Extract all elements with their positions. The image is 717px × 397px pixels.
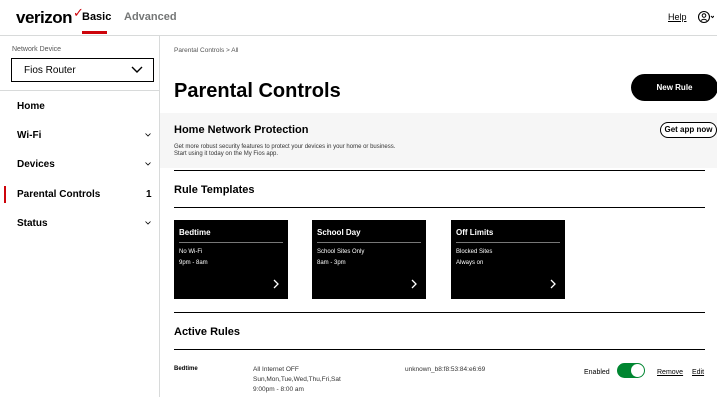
rule-status-label: Enabled — [584, 369, 610, 376]
sidebar-item-label: Status — [17, 218, 48, 229]
template-card-bedtime[interactable]: Bedtime No Wi-Fi 9pm - 8am — [174, 220, 288, 299]
sidebar-item-parental-controls[interactable]: Parental Controls 1 — [0, 184, 160, 206]
active-item-indicator — [4, 186, 6, 203]
template-divider — [317, 242, 421, 243]
template-detail: No Wi-Fi — [179, 249, 203, 255]
active-rules-title: Active Rules — [174, 326, 241, 338]
template-divider — [456, 242, 560, 243]
tab-advanced[interactable]: Advanced — [124, 11, 177, 23]
chevron-down-icon — [145, 162, 151, 166]
protection-text-line: Start using it today on the My Fios app. — [174, 151, 279, 157]
template-name: Bedtime — [179, 228, 211, 237]
sidebar-item-label: Wi-Fi — [17, 130, 42, 141]
user-icon[interactable] — [697, 10, 715, 24]
template-detail: 9pm - 8am — [179, 260, 208, 266]
toggle-knob — [631, 364, 644, 377]
active-tab-indicator — [82, 31, 107, 34]
network-device-label: Network Device — [12, 46, 62, 53]
page-title: Parental Controls — [174, 80, 341, 102]
template-card-off-limits[interactable]: Off Limits Blocked Sites Always on — [451, 220, 565, 299]
template-card-school-day[interactable]: School Day School Sites Only 8am - 3pm — [312, 220, 426, 299]
sidebar-item-home[interactable]: Home — [0, 96, 160, 118]
section-divider — [174, 170, 705, 171]
help-link[interactable]: Help — [668, 12, 687, 22]
rule-name: Bedtime — [174, 366, 198, 372]
template-divider — [179, 242, 283, 243]
protection-text-line: Get more robust security features to pro… — [174, 144, 396, 150]
remove-rule-link[interactable]: Remove — [657, 369, 683, 376]
sidebar-item-label: Devices — [17, 159, 55, 170]
protection-description: Get more robust security features to pro… — [174, 144, 514, 158]
sidebar-divider — [0, 90, 160, 91]
sidebar-item-status[interactable]: Status — [0, 213, 160, 235]
network-device-select[interactable]: Fios Router — [11, 58, 154, 82]
template-name: School Day — [317, 228, 361, 237]
new-rule-button[interactable]: New Rule — [631, 74, 717, 101]
template-name: Off Limits — [456, 228, 494, 237]
sidebar: Network Device Fios Router Home Wi-Fi De… — [0, 36, 160, 397]
tab-basic[interactable]: Basic — [82, 11, 111, 23]
rule-detail: All Internet OFF — [253, 366, 299, 373]
breadcrumb[interactable]: Parental Controls > All — [174, 47, 239, 54]
rule-templates-title: Rule Templates — [174, 184, 255, 196]
chevron-right-icon — [550, 279, 556, 289]
sidebar-item-devices[interactable]: Devices — [0, 154, 160, 176]
home-network-protection-banner: Home Network Protection Get more robust … — [160, 113, 717, 168]
section-divider — [174, 312, 705, 313]
protection-title: Home Network Protection — [174, 124, 309, 136]
sidebar-item-label: Parental Controls — [17, 189, 101, 200]
chevron-down-icon — [145, 133, 151, 137]
chevron-down-icon — [131, 66, 143, 73]
section-divider — [174, 207, 705, 208]
verizon-logo[interactable]: verizon✓ — [16, 5, 84, 28]
rule-detail: 9:00pm - 8:00 am — [253, 386, 304, 393]
network-device-value: Fios Router — [24, 65, 76, 76]
top-bar: verizon✓ Basic Advanced Help — [0, 0, 717, 36]
get-app-button[interactable]: Get app now — [660, 122, 717, 138]
rule-count-badge: 1 — [146, 189, 152, 200]
template-detail: Blocked Sites — [456, 249, 493, 255]
template-detail: Always on — [456, 260, 484, 266]
rule-enabled-toggle[interactable] — [617, 363, 645, 378]
sidebar-item-label: Home — [17, 101, 45, 112]
template-detail: School Sites Only — [317, 249, 365, 255]
rule-device: unknown_b8:f8:53:84:e6:69 — [405, 366, 486, 373]
sidebar-item-wifi[interactable]: Wi-Fi — [0, 125, 160, 147]
chevron-right-icon — [273, 279, 279, 289]
edit-rule-link[interactable]: Edit — [692, 369, 704, 376]
template-detail: 8am - 3pm — [317, 260, 346, 266]
chevron-right-icon — [411, 279, 417, 289]
chevron-down-icon — [145, 221, 151, 225]
rule-detail: Sun,Mon,Tue,Wed,Thu,Fri,Sat — [253, 376, 341, 383]
section-divider — [174, 349, 705, 350]
